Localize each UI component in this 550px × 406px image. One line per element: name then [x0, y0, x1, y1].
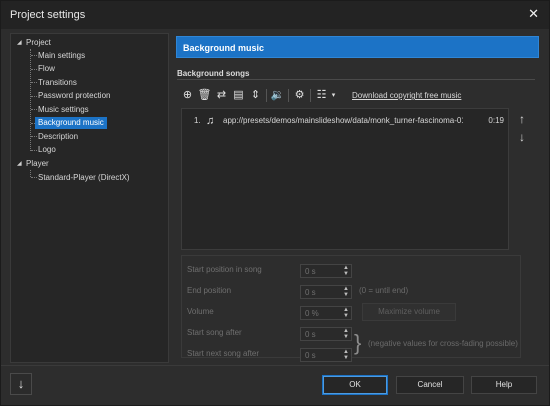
- song-path: app://presets/demos/mainslideshow/data/m…: [223, 116, 463, 125]
- cancel-button[interactable]: Cancel: [396, 376, 464, 394]
- edit-icon[interactable]: ▤: [231, 88, 246, 103]
- volume-icon[interactable]: 🔉: [270, 88, 285, 103]
- spinner-arrows-icon[interactable]: ▲ ▼: [343, 265, 349, 277]
- background-music-panel: Background music Background songs ⊕ 🗑 ⇄ …: [171, 33, 542, 363]
- spinner-value: 0 s: [305, 267, 316, 276]
- start-position-spinner[interactable]: 0 s ▲ ▼: [300, 264, 352, 278]
- settings-icon[interactable]: ⚙: [292, 88, 307, 103]
- window-title: Project settings: [10, 9, 86, 21]
- move-up-icon[interactable]: ↑: [515, 112, 529, 126]
- panel-header: Background music: [176, 36, 539, 58]
- song-properties: Start position in song 0 s ▲ ▼ End positi…: [181, 255, 521, 362]
- spinner-arrows-icon[interactable]: ▲ ▼: [343, 286, 349, 298]
- expand-triangle-icon[interactable]: ◢: [17, 158, 22, 170]
- section-divider: [177, 79, 535, 80]
- tree-item-standard-player[interactable]: Standard-Player (DirectX): [38, 172, 130, 184]
- spinner-value: 0 s: [305, 288, 316, 297]
- move-down-icon[interactable]: ↓: [515, 130, 529, 144]
- music-note-icon: ♫: [206, 115, 215, 127]
- download-music-link[interactable]: Download copyright free music: [352, 91, 461, 100]
- song-list[interactable]: 1. ♫ app://presets/demos/mainslideshow/d…: [181, 108, 509, 250]
- end-position-spinner[interactable]: 0 s ▲ ▼: [300, 285, 352, 299]
- maximize-volume-button[interactable]: Maximize volume: [362, 303, 456, 321]
- list-item[interactable]: 1. ♫ app://presets/demos/mainslideshow/d…: [190, 114, 506, 128]
- project-settings-window: Project settings ✕ ◢ Project Main settin…: [0, 0, 550, 406]
- spinner-value: 0 %: [305, 309, 319, 318]
- tree-connector: [31, 150, 37, 151]
- tree-item-flow[interactable]: Flow: [38, 63, 55, 75]
- toolbar-separator: [288, 89, 289, 102]
- brace-icon: }: [354, 330, 362, 355]
- spinner-arrows-icon[interactable]: ▲ ▼: [343, 328, 349, 340]
- tree-node-player[interactable]: Player: [26, 158, 49, 170]
- list-options-icon[interactable]: ☷: [314, 88, 329, 103]
- start-next-song-after-label: Start next song after: [187, 349, 260, 358]
- tree-connector: [31, 109, 37, 110]
- help-button[interactable]: Help: [471, 376, 537, 394]
- close-icon[interactable]: ✕: [528, 7, 539, 21]
- tree-item-description[interactable]: Description: [38, 131, 78, 143]
- songs-toolbar: ⊕ 🗑 ⇄ ▤ ⇕ 🔉 ⚙ ☷ ▾ Download copyright fre…: [180, 87, 510, 105]
- tree-item-logo[interactable]: Logo: [38, 144, 56, 156]
- volume-spinner[interactable]: 0 % ▲ ▼: [300, 306, 352, 320]
- delete-icon[interactable]: 🗑: [197, 88, 212, 103]
- tree-connector: [31, 82, 37, 83]
- footer-divider: [1, 365, 549, 366]
- toolbar-separator: [266, 89, 267, 102]
- tree-item-background-music[interactable]: Background music: [35, 117, 107, 129]
- tree-node-project[interactable]: Project: [26, 37, 51, 49]
- start-next-song-after-spinner[interactable]: 0 s ▲ ▼: [300, 348, 352, 362]
- add-icon[interactable]: ⊕: [180, 88, 195, 103]
- move-down-icon[interactable]: ↓: [10, 373, 32, 395]
- spinner-value: 0 s: [305, 330, 316, 339]
- song-duration: 0:19: [488, 116, 504, 125]
- tree-connector: [31, 136, 37, 137]
- sort-icon[interactable]: ⇕: [248, 88, 263, 103]
- spinner-value: 0 s: [305, 351, 316, 360]
- ok-button[interactable]: OK: [322, 375, 388, 395]
- crossfade-hint: (negative values for cross-fading possib…: [368, 339, 518, 348]
- volume-label: Volume: [187, 307, 214, 316]
- dropdown-arrow-icon[interactable]: ▾: [329, 88, 338, 103]
- start-position-label: Start position in song: [187, 265, 262, 274]
- tree-connector: [31, 177, 37, 178]
- settings-tree: ◢ Project Main settings Flow Transitions…: [10, 33, 169, 363]
- toolbar-separator: [310, 89, 311, 102]
- tree-item-transitions[interactable]: Transitions: [38, 77, 77, 89]
- panel-title: Background music: [183, 43, 265, 53]
- spinner-arrows-icon[interactable]: ▲ ▼: [343, 307, 349, 319]
- title-bar: Project settings ✕: [1, 1, 549, 29]
- start-song-after-label: Start song after: [187, 328, 242, 337]
- end-position-label: End position: [187, 286, 232, 295]
- tree-item-music-settings[interactable]: Music settings: [38, 104, 89, 116]
- tree-item-password-protection[interactable]: Password protection: [38, 90, 110, 102]
- expand-triangle-icon[interactable]: ◢: [17, 37, 22, 49]
- tree-connector: [31, 55, 37, 56]
- replace-icon[interactable]: ⇄: [214, 88, 229, 103]
- spinner-arrows-icon[interactable]: ▲ ▼: [343, 349, 349, 361]
- tree-connector: [30, 170, 31, 177]
- section-title: Background songs: [177, 69, 250, 78]
- start-song-after-spinner[interactable]: 0 s ▲ ▼: [300, 327, 352, 341]
- tree-connector: [31, 69, 37, 70]
- tree-item-main-settings[interactable]: Main settings: [38, 50, 85, 62]
- tree-connector: [31, 96, 37, 97]
- end-position-hint: (0 = until end): [359, 286, 409, 295]
- song-number: 1.: [194, 116, 201, 125]
